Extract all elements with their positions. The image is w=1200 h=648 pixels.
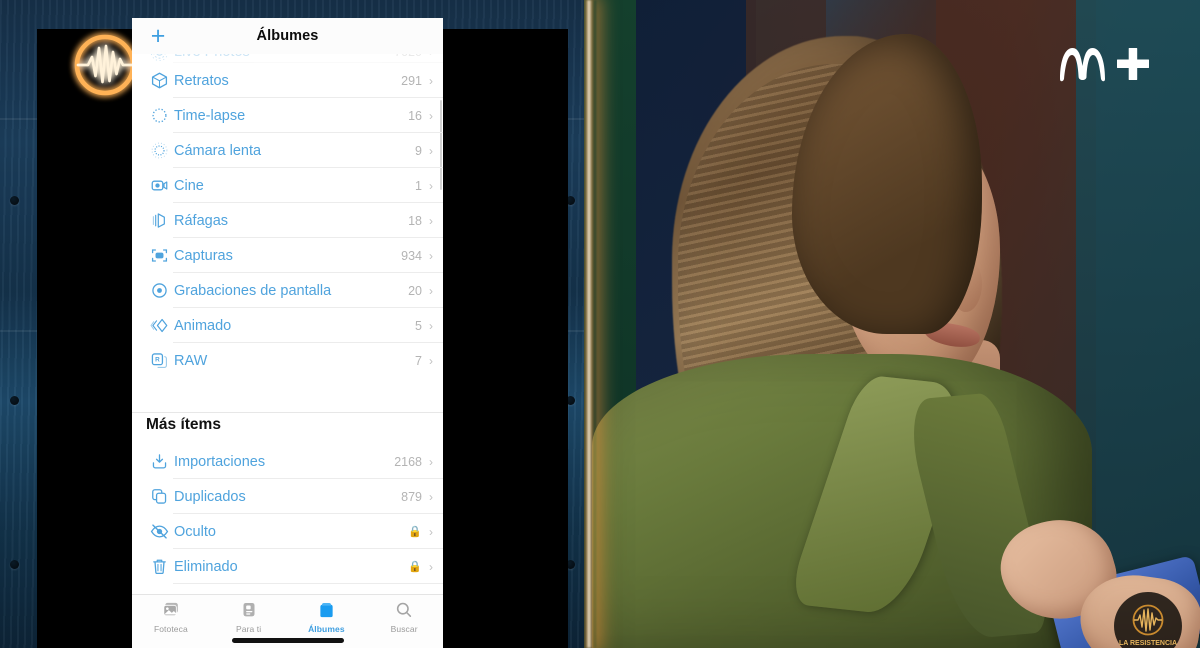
for-you-icon: [239, 599, 259, 621]
chevron-right-icon: ›: [429, 353, 433, 368]
tab-label: Fototeca: [153, 624, 188, 634]
list-item-label: RAW: [174, 352, 208, 369]
chevron-right-icon: ›: [429, 283, 433, 298]
duplicates-icon: [146, 485, 172, 509]
chevron-right-icon: ›: [429, 143, 433, 158]
portrait-cube-icon: [146, 69, 172, 93]
chevron-right-icon: ›: [429, 178, 433, 193]
chevron-right-icon: ›: [429, 454, 433, 469]
screen-recordings-icon: [146, 279, 172, 303]
list-item[interactable]: Ráfagas 18 ›: [132, 203, 443, 238]
list-item[interactable]: Oculto 🔒 ›: [132, 514, 443, 549]
list-item[interactable]: Animado 5 ›: [132, 308, 443, 343]
list-item[interactable]: Time-lapse 16 ›: [132, 98, 443, 133]
plus-icon: +: [150, 21, 166, 50]
list-item-label: Ráfagas: [174, 212, 229, 229]
list-item[interactable]: Importaciones 2168 ›: [132, 444, 443, 479]
list-item-label: Importaciones: [174, 453, 266, 470]
section-spacer: [132, 378, 443, 412]
lock-icon: 🔒: [408, 526, 422, 538]
list-item[interactable]: Cámara lenta 9 ›: [132, 133, 443, 168]
cinematic-icon: [146, 174, 172, 198]
chevron-right-icon: ›: [429, 524, 433, 539]
list-item[interactable]: Duplicados 879 ›: [132, 479, 443, 514]
list-item-label: Cámara lenta: [174, 142, 262, 159]
tab-label: Álbumes: [308, 624, 345, 634]
list-item-count: 7: [415, 353, 422, 368]
list-item-count: 7020: [394, 54, 422, 59]
photos-library-icon: [161, 599, 181, 621]
chevron-right-icon: ›: [429, 108, 433, 123]
raw-icon: R: [146, 349, 172, 373]
chevron-right-icon: ›: [429, 73, 433, 88]
list-item-count: 2168: [394, 454, 422, 469]
list-item-count: 9: [415, 143, 422, 158]
list-item[interactable]: Retratos 291 ›: [132, 63, 443, 98]
list-item-count: 20: [408, 283, 422, 298]
guest-person: [592, 24, 1200, 648]
list-item-label: Oculto: [174, 523, 216, 540]
chevron-right-icon: ›: [429, 54, 433, 58]
list-item-label: Duplicados: [174, 488, 246, 505]
chevron-right-icon: ›: [429, 559, 433, 574]
tab-label: Para ti: [235, 624, 262, 634]
list-item-count: 16: [408, 108, 422, 123]
list-item-label: Animado: [174, 317, 232, 334]
lock-icon: 🔒: [408, 561, 422, 573]
albums-list[interactable]: Live Photos 7020 › Retratos 291: [132, 54, 443, 612]
phone-photos-app: + Álbumes Live Photos 7020: [132, 18, 443, 648]
screenshots-icon: [146, 244, 172, 268]
home-indicator[interactable]: [231, 638, 344, 643]
list-item[interactable]: Grabaciones de pantalla 20 ›: [132, 273, 443, 308]
list-item-label: Cine: [174, 177, 204, 194]
chevron-right-icon: ›: [429, 489, 433, 504]
chevron-right-icon: ›: [429, 248, 433, 263]
list-item[interactable]: Eliminado 🔒 ›: [132, 549, 443, 584]
list-item-label: Eliminado: [174, 558, 238, 575]
broadcast-frame: LA RESISTENCIA + Álbumes Retratos 291 › …: [0, 0, 1200, 648]
time-lapse-icon: [146, 104, 172, 128]
chevron-right-icon: ›: [429, 213, 433, 228]
list-item-label: Retratos: [174, 72, 229, 89]
tab-bar: Fototeca Para ti Álbumes Buscar: [132, 594, 443, 648]
corner-bug-label: LA RESISTENCIA: [1119, 640, 1177, 647]
search-icon: [394, 599, 414, 621]
section-header-more-items: Más ítems: [146, 416, 221, 433]
tab-buscar[interactable]: Buscar: [365, 599, 443, 634]
animated-icon: [146, 314, 172, 338]
hidden-eye-icon: [146, 520, 172, 544]
trash-icon: [146, 555, 172, 579]
chevron-right-icon: ›: [429, 318, 433, 333]
slow-motion-icon: [146, 139, 172, 163]
bursts-icon: [146, 209, 172, 233]
list-item[interactable]: Live Photos 7020 ›: [132, 54, 443, 63]
nav-bar: + Álbumes: [132, 18, 443, 54]
svg-text:R: R: [155, 357, 160, 364]
list-item-count: 879: [401, 489, 422, 504]
list-item[interactable]: Cine 1 ›: [132, 168, 443, 203]
studio-video-right: [576, 0, 1200, 648]
movistar-plus-logo: [1052, 38, 1156, 90]
list-item-count: 5: [415, 318, 422, 333]
list-item-count: 291: [401, 73, 422, 88]
imports-icon: [146, 450, 172, 474]
albums-icon: [316, 599, 337, 621]
tab-fototeca[interactable]: Fototeca: [132, 599, 210, 634]
list-item-label: Grabaciones de pantalla: [174, 282, 332, 299]
list-item-label: Time-lapse: [174, 107, 246, 124]
list-item-label: Capturas: [174, 247, 233, 264]
corner-show-bug: LA RESISTENCIA: [1112, 590, 1184, 648]
tab-albumes[interactable]: Álbumes: [288, 599, 366, 634]
list-item[interactable]: R RAW 7 ›: [132, 343, 443, 378]
list-item-count: 934: [401, 248, 422, 263]
list-item-count: 1: [415, 178, 422, 193]
tab-para-ti[interactable]: Para ti: [210, 599, 288, 634]
list-item[interactable]: Capturas 934 ›: [132, 238, 443, 273]
list-item-label: Live Photos: [174, 54, 250, 60]
neon-divider-line: [582, 0, 596, 648]
list-item-count: 18: [408, 213, 422, 228]
add-album-button[interactable]: +: [146, 21, 170, 50]
page-title: Álbumes: [256, 28, 319, 44]
tab-label: Buscar: [390, 624, 418, 634]
